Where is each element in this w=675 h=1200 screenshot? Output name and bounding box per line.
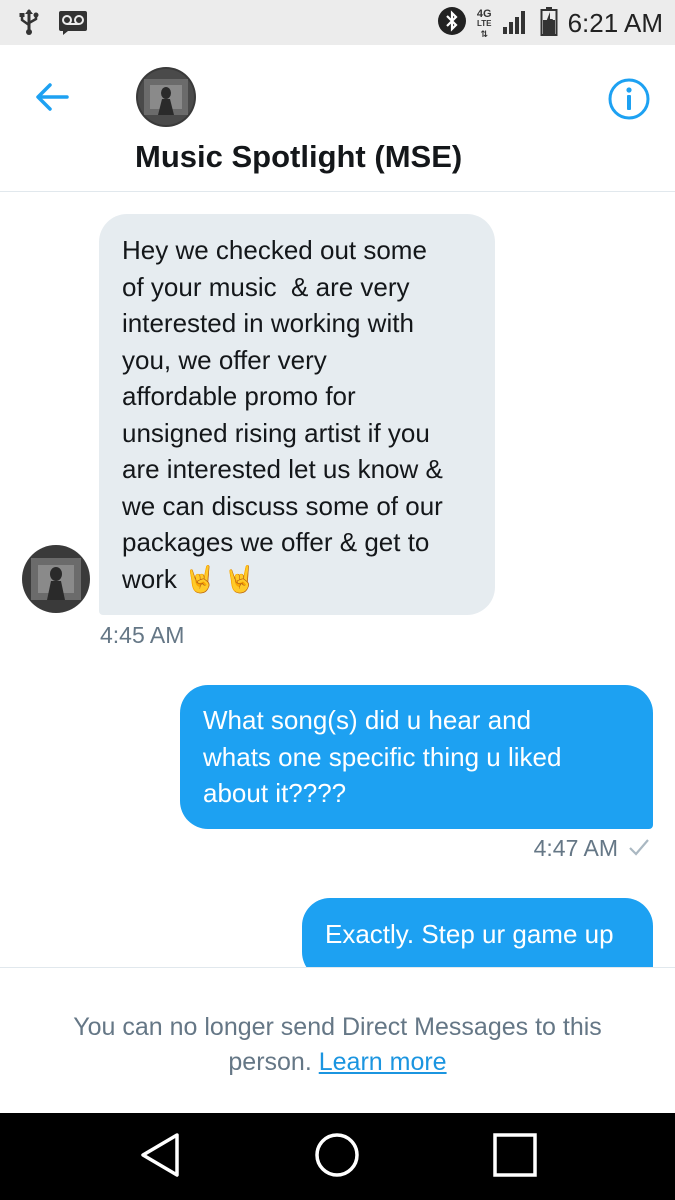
dm-disabled-notice: You can no longer send Direct Messages t… [0,967,675,1114]
bluetooth-icon [437,6,467,41]
sender-avatar[interactable] [22,545,90,613]
info-button[interactable] [607,77,651,121]
signal-icon [502,7,530,40]
message-line: are interested let us know & [122,454,443,484]
message-line: about it???? [203,778,347,808]
message-line: Hey we checked out some [122,235,427,265]
message-line: you, we offer very [122,344,327,375]
message-line: interested in working with [122,308,414,338]
page-title[interactable]: Music Spotlight (MSE) [135,139,462,175]
back-triangle-icon [138,1131,182,1184]
conversation-header: Music Spotlight (MSE) [0,45,675,192]
home-circle-icon [313,1131,361,1184]
outgoing-message-bubble[interactable]: What song(s) did u hear and whats one sp… [180,685,653,829]
voicemail-icon [58,9,88,40]
outgoing-message-bubble[interactable]: Exactly. Step ur game up [302,898,653,967]
nav-back-button[interactable] [132,1129,188,1185]
nav-home-button[interactable] [309,1129,365,1185]
message-line: Exactly. Step ur game up [325,919,614,949]
message-line: of your music & are very [122,271,410,302]
message-list[interactable]: Hey we checked out some of your music & … [0,192,675,967]
info-icon [607,78,651,125]
back-arrow-icon [35,82,69,117]
message-line: packages we offer & get to [122,527,430,557]
nav-recents-button[interactable] [487,1129,543,1185]
clock: 6:21 AM [567,8,663,38]
message-line: whats one specific thing u liked [203,741,562,772]
learn-more-link[interactable]: Learn more [319,1048,447,1076]
message-line: unsigned rising artist if you [122,417,430,448]
checkmark-icon [628,835,650,862]
usb-icon [18,8,40,41]
message-timestamp: 4:47 AM [533,835,618,861]
message-line: we can discuss some of our [122,490,443,521]
message-line: What song(s) did u hear and [203,705,532,735]
network-type: 4G LTE ⇅ [476,7,492,39]
message-line: work 🤘 🤘 [122,563,257,594]
battery-icon [540,6,558,41]
incoming-message-bubble[interactable]: Hey we checked out some of your music & … [99,214,495,615]
message-status: 4:47 AM [534,835,650,862]
system-nav-bar [0,1113,675,1200]
message-line: affordable promo for [122,381,356,411]
recents-square-icon [491,1131,539,1184]
avatar[interactable] [136,67,196,127]
status-bar: 4G LTE ⇅ 6:21 AM [0,0,675,45]
message-timestamp: 4:45 AM [100,622,185,648]
back-button[interactable] [30,77,74,121]
